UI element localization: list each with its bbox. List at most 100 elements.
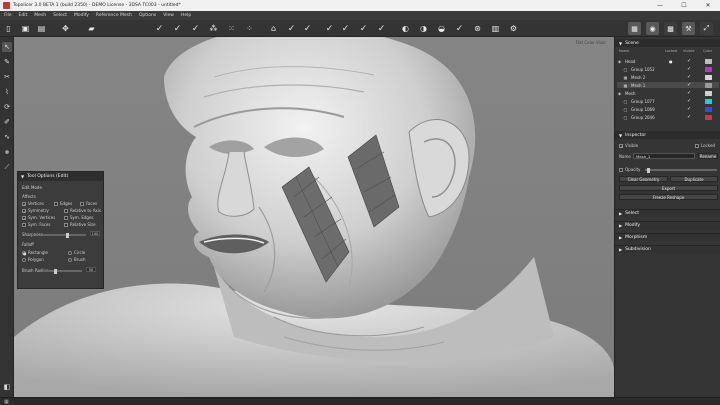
symmetry-check-icon[interactable]: ✓	[286, 23, 297, 34]
settings-icon[interactable]: ⚙	[508, 23, 519, 34]
select-edges-icon[interactable]: ✓	[172, 23, 183, 34]
loop-tool-icon[interactable]: ⟳	[2, 102, 12, 112]
color-swatch[interactable]	[705, 98, 712, 104]
color-swatch[interactable]	[705, 66, 712, 72]
brush-tool-icon[interactable]: ✐	[2, 117, 12, 127]
scene-tree-row[interactable]: ▢ Group 1069 ✓	[617, 106, 719, 112]
cut-tool-icon[interactable]: ✂	[2, 72, 12, 82]
hide-icon[interactable]: ◐	[400, 23, 411, 34]
subdivide-icon[interactable]: ⁘	[244, 23, 255, 34]
duplicate-button[interactable]: Duplicate	[670, 176, 718, 182]
delete-icon[interactable]: ▥	[490, 23, 501, 34]
inspector-header[interactable]: ▼ Inspector	[615, 131, 720, 139]
relax-icon[interactable]: ⁂	[208, 23, 219, 34]
expand-icon[interactable]: ⤢	[700, 22, 713, 35]
brush-radius-value[interactable]: 50	[86, 267, 96, 272]
save-as-icon[interactable]: ▤	[36, 23, 47, 34]
reference-check-icon[interactable]: ✓	[340, 23, 351, 34]
menu-edit[interactable]: Edit	[19, 13, 28, 18]
rectangle-radio[interactable]: ●	[22, 251, 27, 256]
menu-mesh[interactable]: Mesh	[34, 13, 46, 18]
name-field[interactable]: Mesh_1	[633, 153, 695, 159]
symmetry-checkbox[interactable]: ✓	[22, 209, 26, 214]
wire-check-icon[interactable]: ✓	[358, 23, 369, 34]
menu-reference-mesh[interactable]: Reference Mesh	[96, 13, 132, 18]
unhide-icon[interactable]: ◑	[418, 23, 429, 34]
merge-icon[interactable]: ⊛	[472, 23, 483, 34]
clear-geometry-button[interactable]: Clear Geometry	[619, 176, 668, 182]
visible-toggle-icon[interactable]: ✓	[687, 74, 691, 80]
select-faces-icon[interactable]: ✓	[190, 23, 201, 34]
select-section-header[interactable]: ▶ Select	[615, 209, 720, 217]
morphism-section-header[interactable]: ▶ Morphism	[615, 233, 720, 241]
sym-edges-checkbox[interactable]	[64, 216, 68, 220]
visible-toggle-icon[interactable]: ✓	[687, 58, 691, 64]
circle-radio[interactable]	[68, 251, 72, 255]
help-tool-icon[interactable]: ◧	[2, 382, 12, 392]
scene-tree-row[interactable]: ▦ Mesh 2 ✓	[617, 74, 719, 80]
brush-radius-slider-knob[interactable]	[54, 268, 57, 274]
layout-icon[interactable]: ▦	[628, 22, 641, 35]
color-swatch[interactable]	[705, 114, 712, 120]
lock-icon[interactable]: ⌂	[268, 23, 279, 34]
opacity-slider-knob[interactable]	[647, 167, 650, 173]
draw-tool-icon[interactable]: ✎	[2, 57, 12, 67]
relax-tool-icon[interactable]: ∿	[2, 132, 12, 142]
polygon-radio[interactable]	[22, 258, 26, 262]
brush-radius-slider[interactable]	[44, 268, 82, 274]
scene-tree-row[interactable]: ▦ Mesh 1 ✓	[617, 82, 719, 88]
tools-icon[interactable]: ⚒	[682, 22, 695, 35]
color-swatch[interactable]	[705, 74, 712, 80]
3d-viewport[interactable]: Flat Color Visor ▼ Tool Options (Edit) E…	[14, 37, 614, 397]
minimize-button[interactable]: —	[648, 0, 672, 11]
locked-checkbox[interactable]	[695, 144, 699, 148]
sym-faces-checkbox[interactable]	[22, 223, 26, 227]
visible-checkbox[interactable]: ✓	[619, 144, 623, 149]
tool-options-header[interactable]: ▼ Tool Options (Edit)	[18, 172, 103, 181]
scene-tree-row[interactable]: ◈ Mesh ✓	[617, 90, 719, 96]
snap-check-icon[interactable]: ✓	[324, 23, 335, 34]
modify-section-header[interactable]: ▶ Modify	[615, 221, 720, 229]
bridge-tool-icon[interactable]: ⌇	[2, 87, 12, 97]
scene-header[interactable]: ▼ Scene	[615, 39, 720, 47]
color-swatch[interactable]	[705, 106, 712, 112]
scene-tree-row[interactable]: ▢ Group 1077 ✓	[617, 98, 719, 104]
relative-axis-checkbox[interactable]	[64, 209, 68, 213]
project-check-icon[interactable]: ✓	[302, 23, 313, 34]
sharpness-value[interactable]: 100	[90, 231, 100, 236]
subdivision-section-header[interactable]: ▶ Subdivision	[615, 245, 720, 253]
smooth-icon[interactable]: ⁙	[226, 23, 237, 34]
color-swatch[interactable]	[705, 58, 712, 64]
column-visible[interactable]: Visible	[683, 49, 694, 53]
opacity-checkbox[interactable]	[619, 168, 623, 172]
menu-modify[interactable]: Modify	[74, 13, 89, 18]
rename-button[interactable]: Rename	[698, 153, 718, 159]
select-tool-icon[interactable]: ↖	[2, 42, 12, 52]
color-swatch[interactable]	[705, 82, 712, 88]
relative-size-checkbox[interactable]	[64, 223, 68, 227]
new-file-icon[interactable]: ▯	[3, 23, 14, 34]
scene-tree-row[interactable]: ▢ Group 2046 ✓	[617, 114, 719, 120]
brush-radio[interactable]	[68, 258, 72, 262]
vertices-checkbox[interactable]: ✓	[22, 202, 26, 207]
weld-tool-icon[interactable]: ⨳	[2, 147, 12, 157]
export-button[interactable]: Export	[619, 185, 718, 191]
edges-checkbox[interactable]	[54, 202, 58, 206]
freeze-reshape-button[interactable]: Freeze Reshape	[619, 194, 718, 200]
close-button[interactable]: ✕	[696, 0, 720, 11]
camera-icon[interactable]: ▩	[664, 22, 677, 35]
visible-toggle-icon[interactable]: ✓	[687, 114, 691, 120]
shading-icon[interactable]: ◉	[646, 22, 659, 35]
select-check-icon[interactable]: ✓	[154, 23, 165, 34]
lock-toggle-icon[interactable]: ●	[669, 59, 673, 64]
sharpness-slider-knob[interactable]	[66, 232, 69, 238]
scene-tree-row[interactable]: ◈ Head ● ✓	[617, 58, 719, 64]
scene-tree-row[interactable]: ▢ Group 1052 ✓	[617, 66, 719, 72]
visible-toggle-icon[interactable]: ✓	[687, 98, 691, 104]
save-icon[interactable]: ▣	[20, 23, 31, 34]
maximize-button[interactable]: ☐	[672, 0, 696, 11]
status-grid-icon[interactable]: ▦	[4, 399, 9, 405]
visible-toggle-icon[interactable]: ✓	[687, 106, 691, 112]
menu-select[interactable]: Select	[53, 13, 67, 18]
column-color[interactable]: Color	[703, 49, 712, 53]
